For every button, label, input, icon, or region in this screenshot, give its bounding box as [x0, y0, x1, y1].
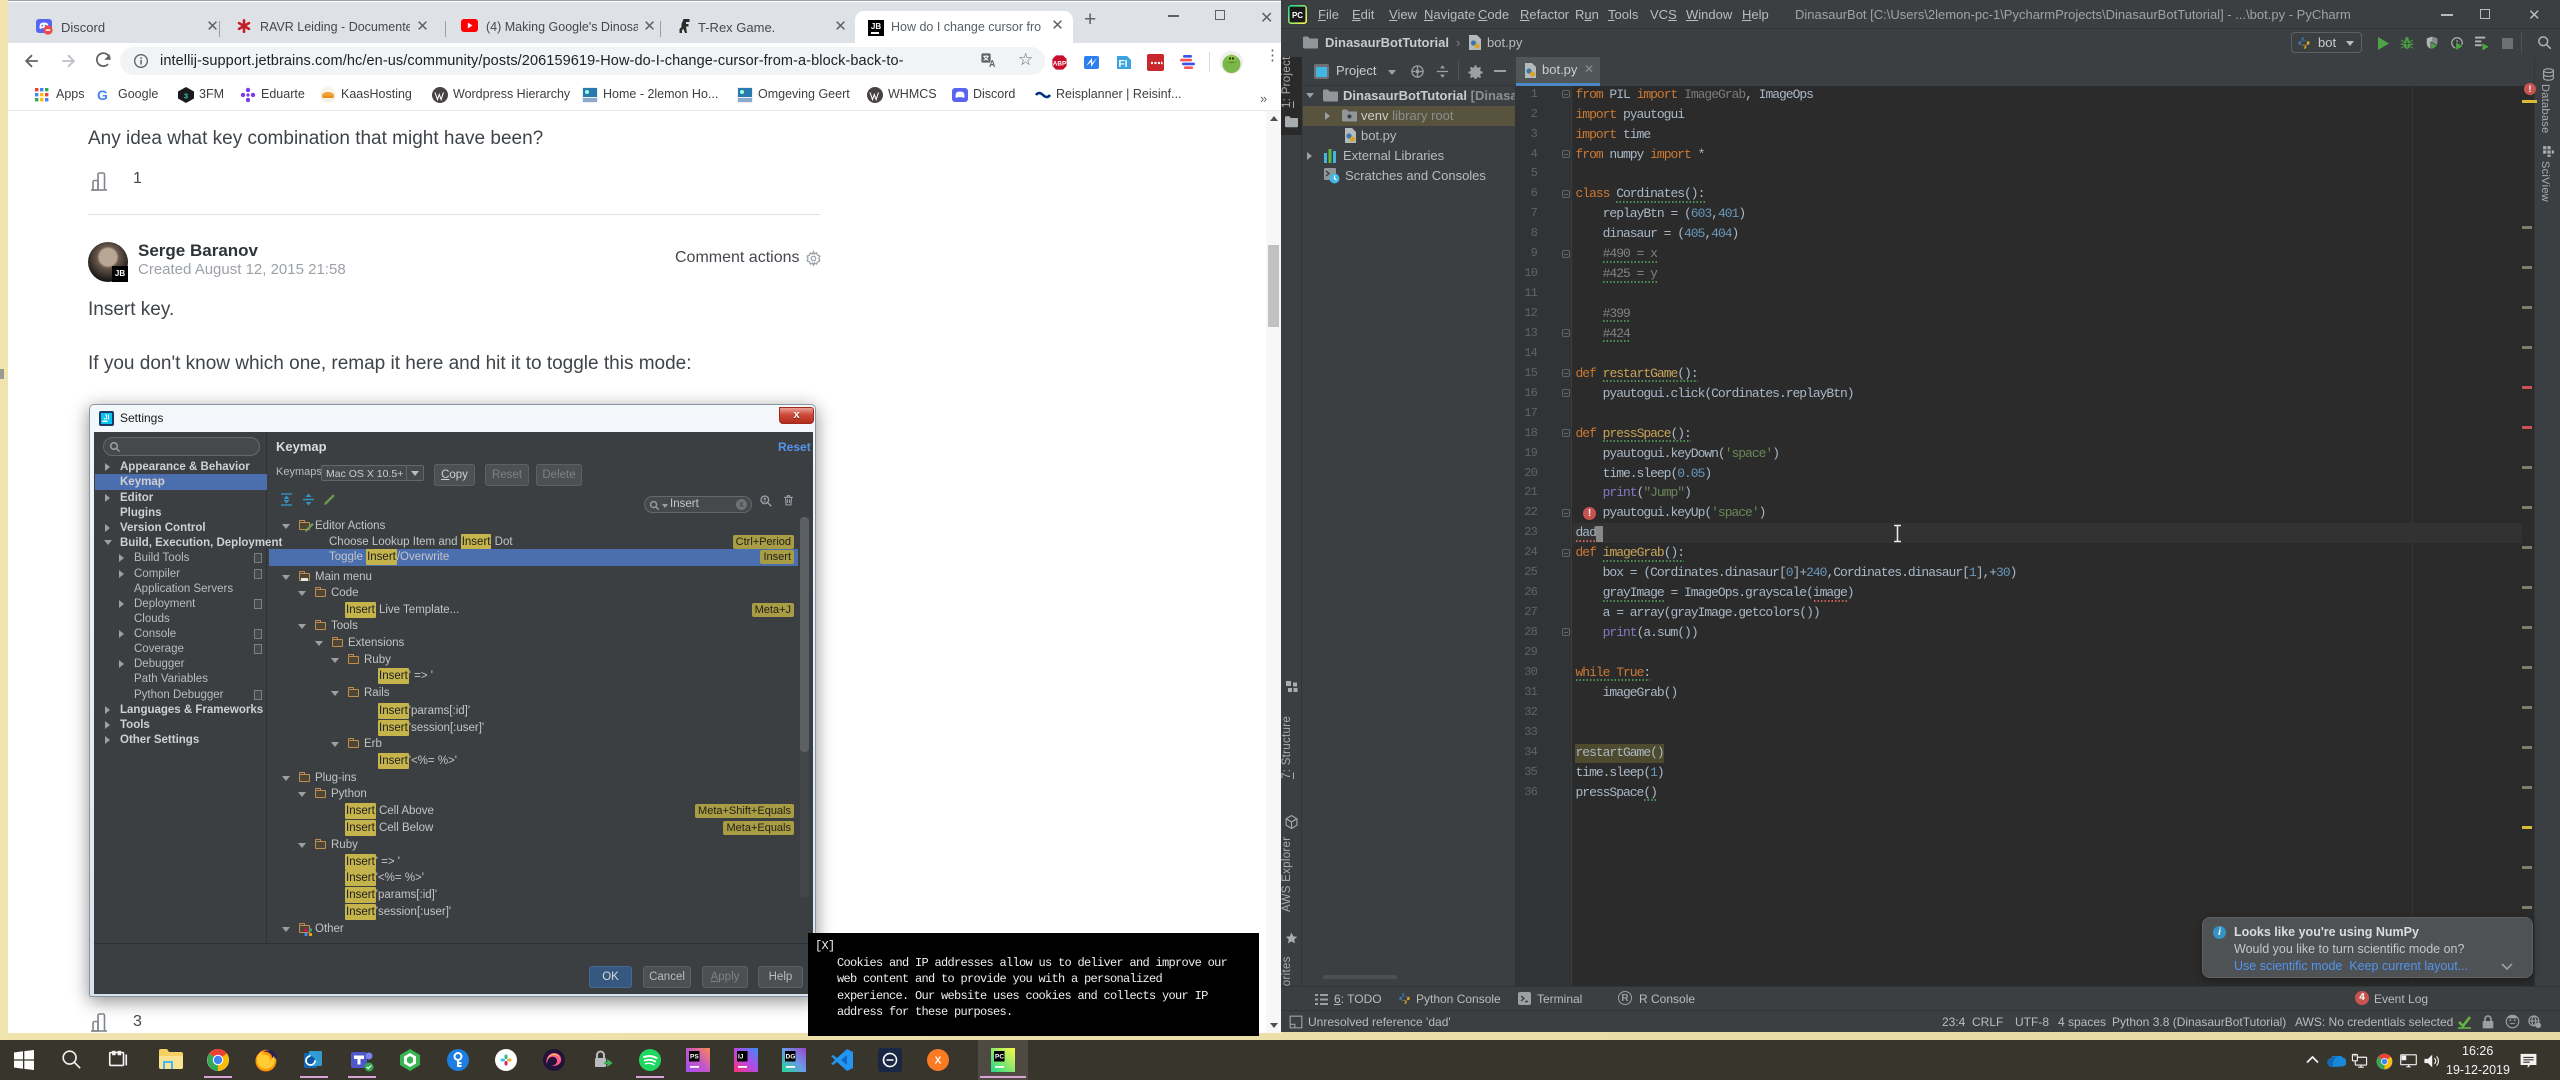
- svg-text:JI: JI: [104, 415, 110, 422]
- svg-text:FI: FI: [1119, 59, 1128, 70]
- svg-text:IJ: IJ: [738, 1054, 744, 1061]
- svg-text:X: X: [935, 1056, 942, 1067]
- svg-text:PC: PC: [1292, 11, 1303, 20]
- svg-text:PS: PS: [690, 1054, 699, 1061]
- svg-text:PC: PC: [995, 1054, 1004, 1061]
- svg-text:ABP: ABP: [1053, 60, 1067, 67]
- svg-text:3: 3: [184, 92, 188, 101]
- svg-text:DG: DG: [786, 1054, 796, 1061]
